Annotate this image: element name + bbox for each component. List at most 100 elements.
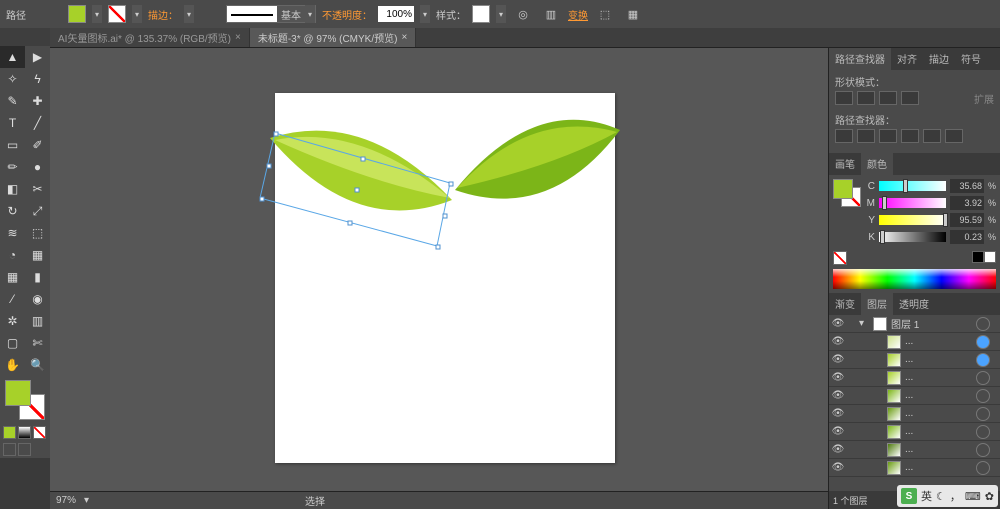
crop-icon[interactable]	[901, 129, 919, 143]
slider-thumb[interactable]	[882, 196, 887, 210]
color-spectrum[interactable]	[833, 269, 996, 289]
layer-thumbnail[interactable]	[887, 425, 901, 439]
visibility-icon[interactable]: 👁	[829, 354, 847, 365]
layer-thumbnail[interactable]	[887, 335, 901, 349]
fill-stroke-indicator[interactable]	[5, 380, 45, 420]
layer-name[interactable]: ...	[905, 426, 972, 437]
color-slider[interactable]	[879, 198, 946, 208]
close-icon[interactable]: ×	[235, 32, 241, 43]
merge-icon[interactable]	[879, 129, 897, 143]
target-icon[interactable]	[976, 443, 990, 457]
stroke-dropdown[interactable]	[132, 5, 142, 23]
layer-row[interactable]: 👁...	[829, 441, 1000, 459]
layers-tab[interactable]: 图层	[861, 293, 893, 315]
ime-mode[interactable]: 英	[921, 488, 932, 504]
visibility-icon[interactable]: 👁	[829, 444, 847, 455]
selection-handle[interactable]	[348, 221, 353, 226]
isolate-icon[interactable]: ⬚	[594, 3, 616, 25]
target-icon[interactable]	[976, 371, 990, 385]
target-icon[interactable]	[976, 461, 990, 475]
black-swatch[interactable]	[972, 251, 984, 263]
layer-thumbnail[interactable]	[887, 353, 901, 367]
screen-mode-normal[interactable]	[3, 443, 16, 456]
visibility-icon[interactable]: 👁	[829, 372, 847, 383]
expand-button[interactable]: 扩展	[974, 91, 994, 106]
graph-tool[interactable]: ▥	[25, 310, 50, 332]
brush-dropdown-arrow[interactable]	[305, 5, 315, 23]
intersect-icon[interactable]	[879, 91, 897, 105]
panel-tab[interactable]: 符号	[955, 48, 987, 70]
opacity-label[interactable]: 不透明度：	[322, 7, 372, 22]
rotate-tool[interactable]: ↻	[0, 200, 25, 222]
visibility-icon[interactable]: 👁	[829, 408, 847, 419]
shape-builder-tool[interactable]: ◔	[0, 244, 25, 266]
line-tool[interactable]: ╱	[25, 112, 50, 134]
eyedropper-tool[interactable]: ⁄	[0, 288, 25, 310]
selection-handle[interactable]	[449, 182, 454, 187]
blob-brush-tool[interactable]: ●	[25, 156, 50, 178]
canvas-area[interactable]	[50, 48, 828, 509]
document-tab[interactable]: 未标题-3* @ 97% (CMYK/预览)×	[250, 28, 416, 47]
target-icon[interactable]	[976, 335, 990, 349]
layer-row[interactable]: 👁...	[829, 459, 1000, 477]
opacity-dropdown[interactable]	[420, 5, 430, 23]
visibility-icon[interactable]: 👁	[829, 318, 847, 329]
none-swatch[interactable]	[833, 251, 847, 265]
white-swatch[interactable]	[984, 251, 996, 263]
fill-large-swatch[interactable]	[5, 380, 31, 406]
eraser-tool[interactable]: ◧	[0, 178, 25, 200]
transform-link[interactable]: 变换	[568, 7, 588, 22]
selection-handle[interactable]	[267, 164, 272, 169]
layer-name[interactable]: ...	[905, 372, 972, 383]
twirl-icon[interactable]: ▾	[859, 318, 864, 329]
ime-comma-icon[interactable]: ，	[950, 488, 961, 504]
magic-wand-tool[interactable]: ✧	[0, 68, 25, 90]
type-tool[interactable]: T	[0, 112, 25, 134]
rectangle-tool[interactable]: ▭	[0, 134, 25, 156]
layer-row[interactable]: 👁...	[829, 423, 1000, 441]
target-icon[interactable]	[976, 353, 990, 367]
none-mode-btn[interactable]	[33, 426, 46, 439]
slider-thumb[interactable]	[943, 213, 948, 227]
transparency-tab[interactable]: 透明度	[893, 293, 935, 315]
selection-handle[interactable]	[355, 188, 360, 193]
gradient-tool[interactable]: ▮	[25, 266, 50, 288]
layer-row[interactable]: 👁 ▾ 图层 1	[829, 315, 1000, 333]
visibility-icon[interactable]: 👁	[829, 336, 847, 347]
graphic-style-swatch[interactable]	[472, 5, 490, 23]
ime-moon-icon[interactable]: ☾	[936, 490, 946, 503]
stroke-color-swatch[interactable]	[108, 5, 126, 23]
screen-mode-full[interactable]	[18, 443, 31, 456]
layer-name[interactable]: ...	[905, 444, 972, 455]
arrange-icon[interactable]: ▦	[622, 3, 644, 25]
layer-thumbnail[interactable]	[887, 389, 901, 403]
slice-tool[interactable]: ✄	[25, 332, 50, 354]
ime-settings-icon[interactable]: ✿	[985, 490, 994, 503]
target-icon[interactable]	[976, 317, 990, 331]
layer-thumbnail[interactable]	[887, 443, 901, 457]
layer-name[interactable]: 图层 1	[891, 316, 972, 331]
color-mode-btn[interactable]	[3, 426, 16, 439]
target-icon[interactable]	[976, 389, 990, 403]
target-icon[interactable]	[976, 425, 990, 439]
channel-value[interactable]: 3.92	[950, 196, 984, 210]
blend-tool[interactable]: ◉	[25, 288, 50, 310]
layer-row[interactable]: 👁...	[829, 369, 1000, 387]
channel-value[interactable]: 35.68	[950, 179, 984, 193]
zoom-tool[interactable]: 🔍	[25, 354, 50, 376]
selection-handle[interactable]	[274, 132, 279, 137]
layer-thumbnail[interactable]	[873, 317, 887, 331]
layer-row[interactable]: 👁...	[829, 351, 1000, 369]
channel-value[interactable]: 0.23	[950, 230, 984, 244]
minus-back-icon[interactable]	[945, 129, 963, 143]
outline-icon[interactable]	[923, 129, 941, 143]
direct-selection-tool[interactable]: ▶	[25, 46, 50, 68]
free-transform-tool[interactable]: ⬚	[25, 222, 50, 244]
selection-handle[interactable]	[436, 245, 441, 250]
scale-tool[interactable]: ⤢	[25, 200, 50, 222]
color-slider[interactable]	[879, 215, 946, 225]
panel-tab[interactable]: 对齐	[891, 48, 923, 70]
channel-value[interactable]: 95.59	[950, 213, 984, 227]
zoom-level[interactable]: 97%	[56, 495, 76, 506]
divide-icon[interactable]	[835, 129, 853, 143]
